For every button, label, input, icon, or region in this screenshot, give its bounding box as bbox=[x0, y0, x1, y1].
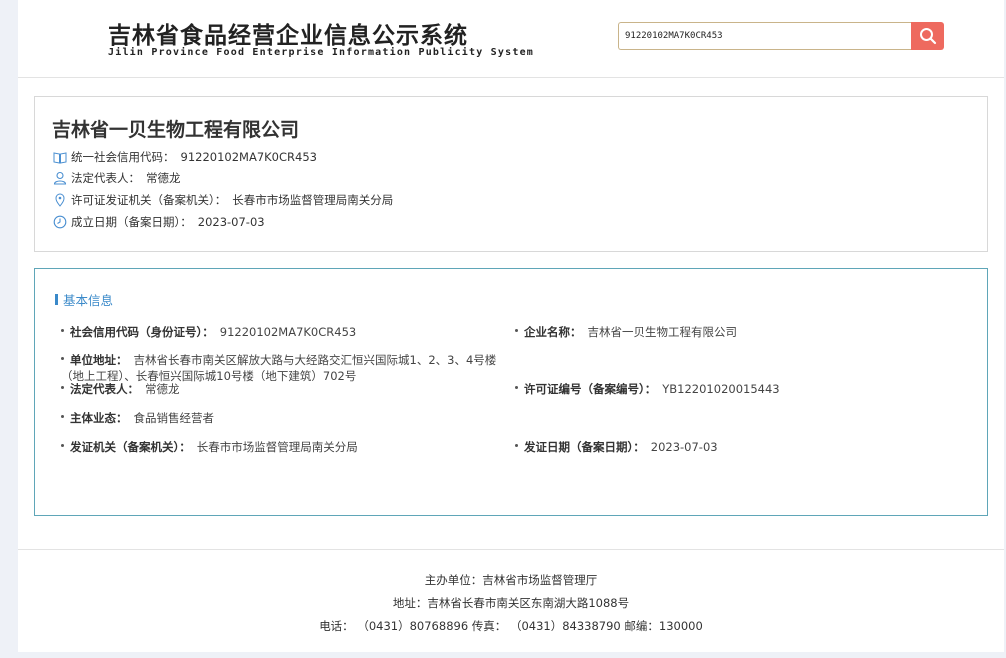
field-issuer-value: 长春市市场监督管理局南关分局 bbox=[196, 440, 358, 454]
location-pin-icon bbox=[53, 193, 67, 207]
field-credit-code-value: 91220102MA7K0CR453 bbox=[219, 325, 357, 339]
header: 吉林省食品经营企业信息公示系统 Jilin Province Food Ente… bbox=[18, 0, 1004, 78]
credit-code-value: 91220102MA7K0CR453 bbox=[180, 150, 317, 164]
legal-rep-line: 法定代表人： 常德龙 bbox=[53, 169, 181, 187]
field-credit-code-label: 社会信用代码（身份证号）： bbox=[70, 325, 214, 339]
issuer-value: 长春市市场监督管理局南关分局 bbox=[232, 193, 394, 207]
field-issue-date-value: 2023-07-03 bbox=[650, 440, 718, 454]
bullet-dot bbox=[515, 329, 518, 332]
bullet-dot bbox=[61, 415, 64, 418]
field-business-type: 主体业态： 食品销售经营者 bbox=[61, 410, 214, 426]
book-icon bbox=[53, 150, 67, 164]
page: 吉林省食品经营企业信息公示系统 Jilin Province Food Ente… bbox=[18, 0, 1004, 652]
footer-contact: 电话： （0431）80768896 传真： （0431）84338790 邮编… bbox=[319, 619, 703, 633]
company-summary-card: 吉林省一贝生物工程有限公司 统一社会信用代码： 91220102MA7K0CR4… bbox=[34, 96, 988, 252]
issuer-label: 许可证发证机关（备案机关）： bbox=[71, 193, 227, 207]
credit-code-line: 统一社会信用代码： 91220102MA7K0CR453 bbox=[53, 148, 317, 166]
field-company-name-value: 吉林省一贝生物工程有限公司 bbox=[587, 325, 738, 339]
field-legal-rep: 法定代表人： 常德龙 bbox=[61, 381, 180, 397]
field-issue-date-label: 发证日期（备案日期）： bbox=[524, 440, 645, 454]
established-date-value: 2023-07-03 bbox=[197, 215, 265, 229]
section-accent-bar bbox=[55, 294, 58, 305]
search-input[interactable] bbox=[618, 22, 912, 50]
site-subtitle: Jilin Province Food Enterprise Informati… bbox=[108, 47, 535, 58]
search-icon bbox=[919, 28, 936, 45]
field-business-type-value: 食品销售经营者 bbox=[133, 411, 215, 425]
field-license-no-value: YB12201020015443 bbox=[662, 382, 780, 396]
field-issuer-label: 发证机关（备案机关）： bbox=[70, 440, 191, 454]
field-license-no: 许可证编号（备案编号）： YB12201020015443 bbox=[515, 381, 780, 397]
basic-info-title-text: 基本信息 bbox=[63, 293, 114, 308]
footer: 主办单位：吉林省市场监督管理厅 地址：吉林省长春市南关区东南湖大路1088号 电… bbox=[18, 549, 1004, 652]
field-credit-code: 社会信用代码（身份证号）： 91220102MA7K0CR453 bbox=[61, 324, 356, 340]
field-address-label: 单位地址： bbox=[70, 353, 128, 367]
bullet-dot bbox=[61, 386, 64, 389]
established-date-label: 成立日期（备案日期）： bbox=[71, 215, 192, 229]
bullet-dot bbox=[61, 444, 64, 447]
field-company-name-label: 企业名称： bbox=[524, 325, 582, 339]
clock-icon bbox=[53, 215, 67, 229]
bullet-dot bbox=[61, 329, 64, 332]
field-legal-rep-label: 法定代表人： bbox=[70, 382, 139, 396]
search-button[interactable] bbox=[911, 22, 944, 50]
established-date-line: 成立日期（备案日期）： 2023-07-03 bbox=[53, 213, 265, 231]
site-title: 吉林省食品经营企业信息公示系统 bbox=[108, 23, 468, 49]
issuer-line: 许可证发证机关（备案机关）： 长春市市场监督管理局南关分局 bbox=[53, 191, 393, 209]
field-issuer: 发证机关（备案机关）： 长春市市场监督管理局南关分局 bbox=[61, 439, 358, 455]
person-icon bbox=[53, 171, 67, 185]
field-business-type-label: 主体业态： bbox=[70, 411, 128, 425]
field-address: 单位地址： 吉林省长春市南关区解放大路与大经路交汇恒兴国际城1、2、3、4号楼（地… bbox=[61, 352, 501, 384]
credit-code-label: 统一社会信用代码： bbox=[71, 150, 175, 164]
legal-rep-label: 法定代表人： bbox=[71, 171, 140, 185]
legal-rep-value: 常德龙 bbox=[146, 171, 181, 185]
basic-info-title: 基本信息 bbox=[55, 290, 113, 309]
footer-sponsor: 主办单位：吉林省市场监督管理厅 bbox=[424, 573, 598, 587]
company-name: 吉林省一贝生物工程有限公司 bbox=[52, 119, 300, 141]
field-license-no-label: 许可证编号（备案编号）： bbox=[524, 382, 657, 396]
field-legal-rep-value: 常德龙 bbox=[145, 382, 180, 396]
field-issue-date: 发证日期（备案日期）： 2023-07-03 bbox=[515, 439, 718, 455]
bullet-dot bbox=[515, 386, 518, 389]
field-company-name: 企业名称： 吉林省一贝生物工程有限公司 bbox=[515, 324, 737, 340]
footer-address: 地址：吉林省长春市南关区东南湖大路1088号 bbox=[392, 596, 630, 610]
basic-info-card: 基本信息 社会信用代码（身份证号）： 91220102MA7K0CR453 企业名… bbox=[34, 268, 988, 516]
bullet-dot bbox=[61, 357, 64, 360]
search-box bbox=[618, 22, 944, 50]
bullet-dot bbox=[515, 444, 518, 447]
